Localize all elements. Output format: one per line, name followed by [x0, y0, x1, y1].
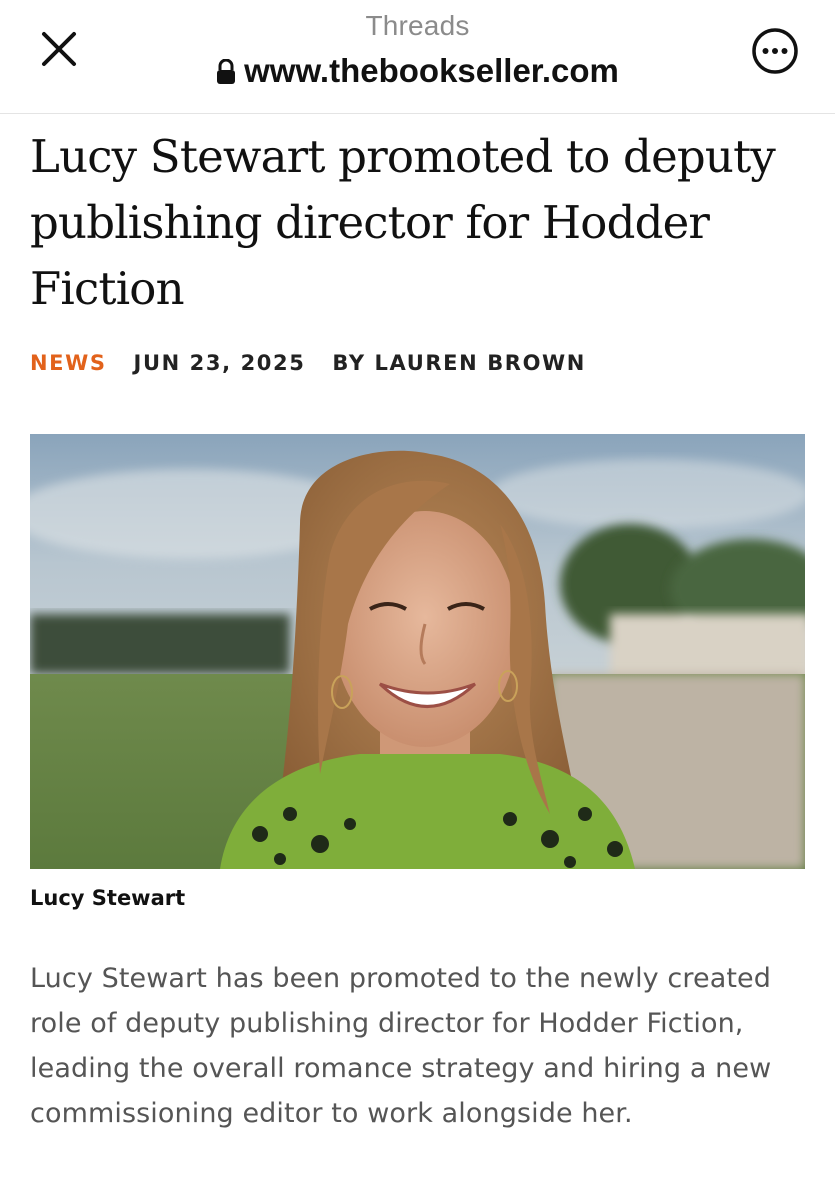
lock-icon: [216, 55, 236, 93]
publish-date: JUN 23, 2025: [133, 351, 306, 375]
article-meta: NEWS JUN 23, 2025 BY LAUREN BROWN: [30, 351, 604, 375]
category-link[interactable]: NEWS: [30, 351, 107, 375]
browser-top-bar: Threads www.thebookseller.com: [0, 0, 835, 114]
url-bar[interactable]: www.thebookseller.com: [0, 52, 835, 93]
article-photo: [30, 434, 805, 869]
url-text: www.thebookseller.com: [244, 52, 619, 89]
article-headline: Lucy Stewart promoted to deputy publishi…: [30, 130, 776, 315]
more-options-button[interactable]: [750, 26, 800, 76]
byline[interactable]: BY LAUREN BROWN: [332, 351, 586, 375]
app-name: Threads: [365, 10, 470, 41]
image-caption: Lucy Stewart: [30, 886, 186, 910]
more-options-icon: [752, 28, 798, 74]
article-body: Lucy Stewart has been promoted to the ne…: [30, 963, 772, 1129]
